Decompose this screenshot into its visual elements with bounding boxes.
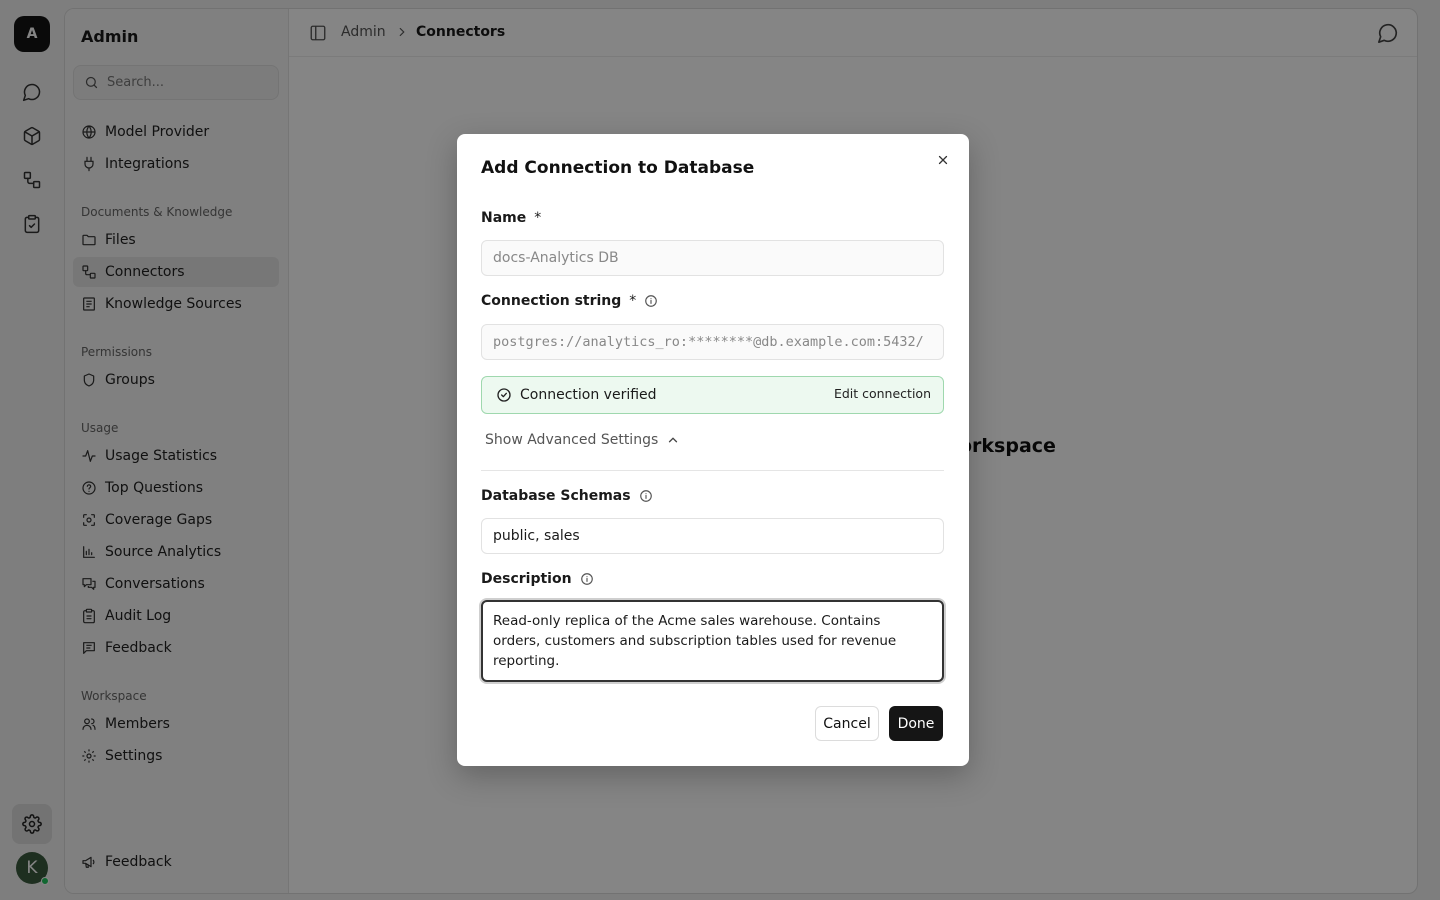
cancel-button[interactable]: Cancel	[815, 706, 879, 741]
done-button[interactable]: Done	[889, 706, 943, 741]
description-label: Description	[481, 571, 594, 587]
required-mark: *	[629, 293, 637, 309]
connection-string-label-text: Connection string	[481, 293, 622, 309]
close-button[interactable]	[933, 150, 953, 170]
info-icon[interactable]	[644, 294, 658, 308]
required-mark: *	[534, 210, 542, 226]
schemas-input[interactable]	[481, 518, 944, 554]
chevron-up-icon	[669, 437, 678, 443]
connection-string-label: Connection string *	[481, 293, 658, 309]
name-input[interactable]	[481, 240, 944, 276]
edit-connection-link[interactable]: Edit connection	[834, 386, 931, 401]
schemas-label: Database Schemas	[481, 488, 653, 504]
close-icon	[938, 155, 948, 165]
description-label-text: Description	[481, 571, 572, 587]
info-icon[interactable]	[639, 489, 653, 503]
name-label-text: Name	[481, 210, 527, 226]
divider	[481, 470, 944, 471]
info-icon[interactable]	[580, 572, 594, 586]
schemas-label-text: Database Schemas	[481, 488, 631, 504]
advanced-settings-toggle[interactable]: Show Advanced Settings	[485, 432, 680, 448]
description-textarea[interactable]: Read-only replica of the Acme sales ware…	[481, 600, 944, 682]
add-connection-dialog: Add Connection to Database Name * Connec…	[457, 134, 969, 766]
connection-verified-banner: Connection verified Edit connection	[481, 376, 944, 414]
advanced-settings-label: Show Advanced Settings	[485, 432, 659, 448]
check-circle-icon	[497, 388, 511, 402]
verified-text: Connection verified	[520, 387, 657, 403]
connection-string-input[interactable]	[481, 324, 944, 360]
name-label: Name *	[481, 210, 541, 226]
dialog-title: Add Connection to Database	[481, 158, 755, 178]
